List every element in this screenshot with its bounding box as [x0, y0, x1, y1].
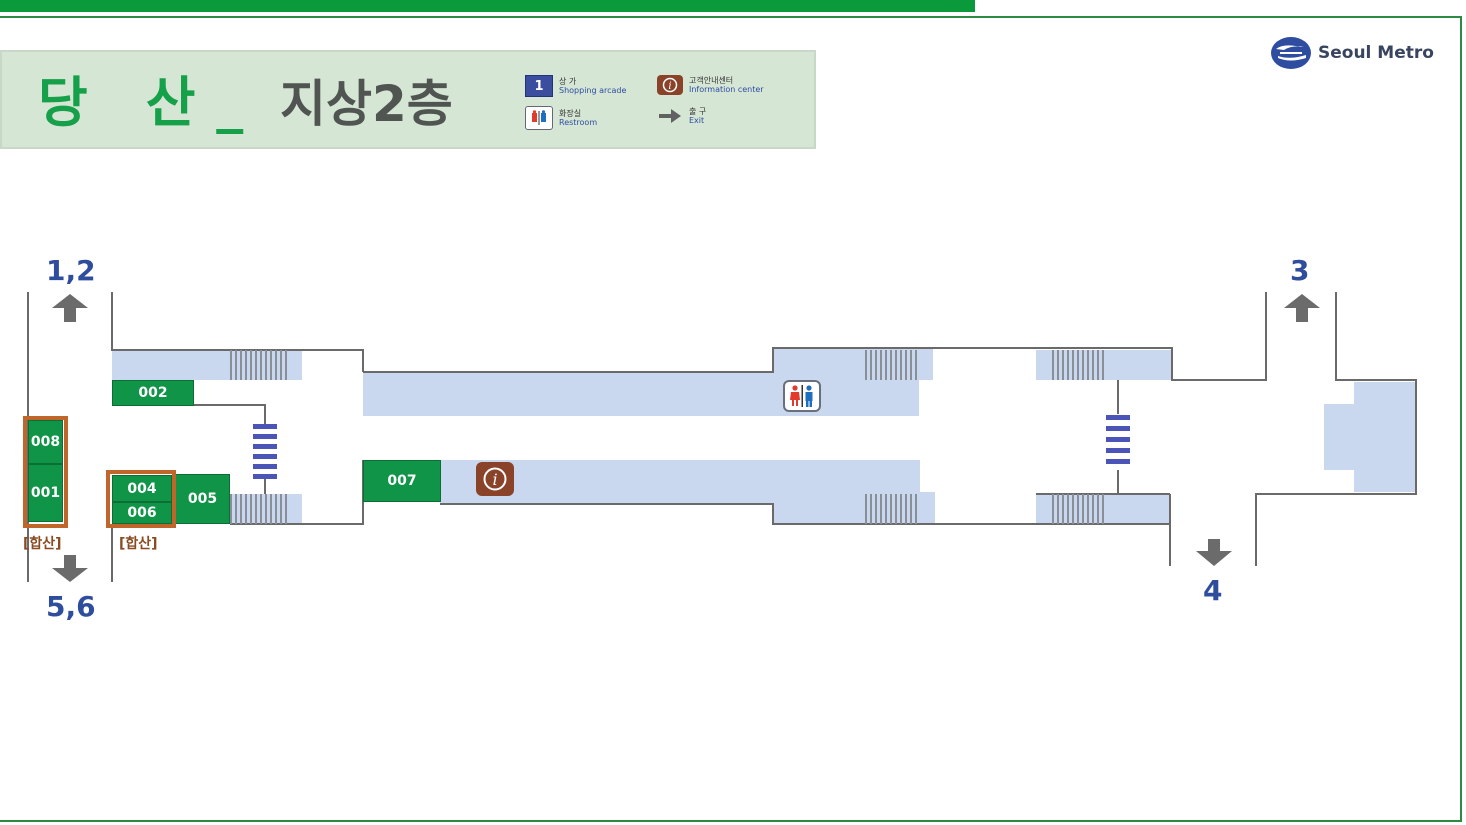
combined-label-left: [합산] [23, 536, 62, 552]
combined-outline-left [23, 416, 68, 528]
exit-arrow-up-1-2 [52, 294, 88, 322]
exit-arrow-up-3 [1284, 294, 1320, 322]
right-wing-block [1324, 404, 1354, 470]
restroom-icon [783, 380, 821, 412]
svg-text:i: i [492, 470, 497, 489]
exit-arrow-down-4 [1196, 539, 1232, 566]
combined-outline-right [106, 470, 176, 528]
shop-007: 007 [363, 460, 441, 502]
exit-number-5-6: 5,6 [46, 590, 96, 623]
shop-005: 005 [175, 474, 230, 524]
corridor-upper-left [112, 350, 302, 380]
exit-number-4: 4 [1203, 574, 1223, 607]
exit-number-3: 3 [1290, 254, 1310, 287]
information-center-icon: i [476, 462, 514, 496]
exit-arrow-down-5-6 [52, 555, 88, 582]
walls [27, 292, 1417, 582]
exit-number-1-2: 1,2 [46, 254, 96, 287]
right-wing-block-2 [1354, 382, 1416, 492]
combined-label-right: [합산] [119, 536, 158, 552]
shop-002: 002 [112, 380, 194, 406]
corridor-upper-mid [773, 348, 933, 380]
floor-plan [27, 292, 1417, 582]
